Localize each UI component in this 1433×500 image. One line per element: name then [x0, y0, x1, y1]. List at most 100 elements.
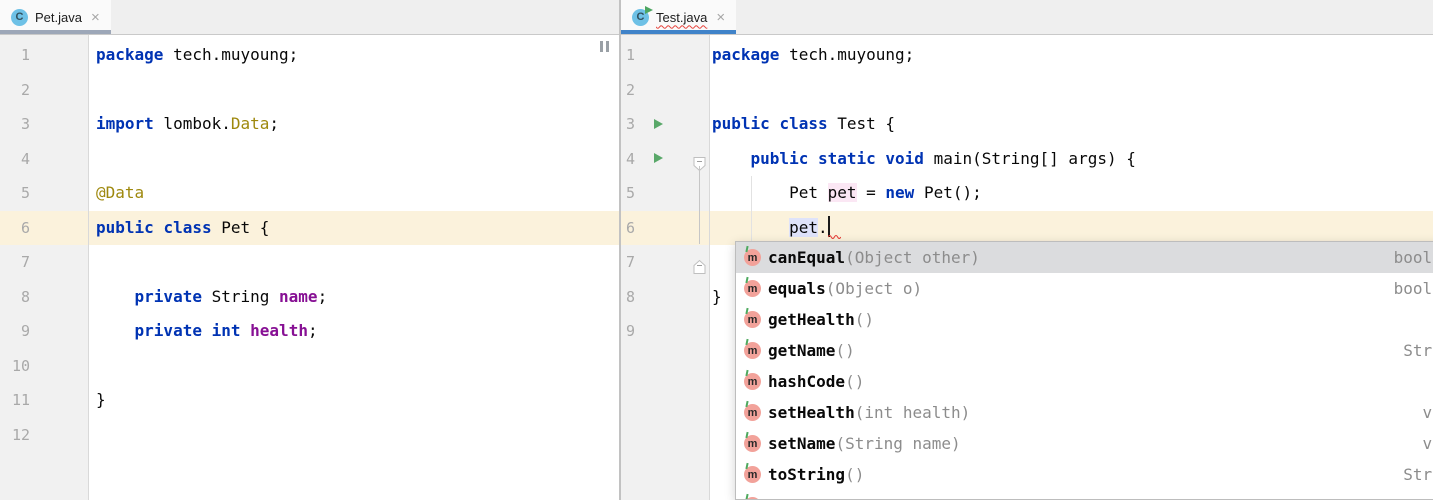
completion-return-type: String: [1403, 465, 1433, 484]
fold-collapse-icon[interactable]: [693, 151, 706, 167]
code-token: import: [96, 114, 154, 133]
code-token: Pet: [712, 183, 828, 202]
code-token: tech.muyoung;: [163, 45, 298, 64]
code-token: [202, 321, 212, 340]
ide-screen: C Pet.java × 1 package tech.muyoung; 23imp…: [0, 0, 1433, 500]
code-token: Data: [231, 114, 270, 133]
code-token: Pet {: [212, 218, 270, 237]
completion-return-type: boolean: [1394, 279, 1433, 298]
code-token: }: [96, 390, 106, 409]
code-token: [770, 114, 780, 133]
fold-region-line: [699, 166, 700, 244]
completion-item[interactable]: msetName(String name)void: [736, 428, 1433, 459]
completion-item[interactable]: mgetName()String: [736, 335, 1433, 366]
code-line: 12: [0, 418, 619, 453]
line-number: 8: [626, 280, 635, 315]
code-token: main(String[] args) {: [924, 149, 1136, 168]
completion-item[interactable]: mgetHealth()int: [736, 304, 1433, 335]
code-token: ;: [318, 287, 328, 306]
completion-item[interactable]: m toString() String: [736, 459, 1433, 490]
method-icon: m: [744, 249, 761, 266]
code-token: health: [250, 321, 308, 340]
completion-name: toString: [768, 465, 845, 484]
line-number: 11: [12, 383, 30, 418]
code-line: 1 package tech.muyoung;: [0, 38, 619, 73]
code-token: [808, 149, 818, 168]
code-token: [96, 321, 135, 340]
run-overlay-icon: [645, 6, 653, 14]
completion-item[interactable]: m: [736, 490, 1433, 500]
completion-item[interactable]: mequals(Object o)boolean: [736, 273, 1433, 304]
run-gutter-icon[interactable]: [654, 119, 663, 129]
editor-pane-test: C Test.java × 1package tech.muyoung;23pu…: [621, 0, 1433, 500]
completion-item[interactable]: mcanEqual(Object other)boolean: [736, 242, 1433, 273]
method-icon: m: [744, 311, 761, 328]
tab-close-icon[interactable]: ×: [91, 9, 100, 26]
tabbar-left: C Pet.java ×: [0, 0, 619, 35]
code-token: .: [818, 218, 828, 237]
line-number: 10: [12, 349, 30, 384]
code-token: pet: [789, 218, 818, 237]
code-token: String: [202, 287, 279, 306]
line-number: 6: [21, 211, 30, 246]
code-token: [154, 218, 164, 237]
method-icon: m: [744, 373, 761, 390]
code-token: pet: [828, 183, 857, 202]
code-line: 2: [0, 73, 619, 108]
method-icon: m: [744, 342, 761, 359]
method-icon: m: [744, 466, 761, 483]
fold-end-icon[interactable]: [693, 254, 706, 270]
completion-params: (String name): [835, 434, 960, 453]
completion-params: (): [845, 465, 864, 484]
line-number: 1: [21, 38, 30, 73]
code-token: [712, 149, 751, 168]
line-number: 12: [12, 418, 30, 453]
code-token: }: [712, 287, 722, 306]
code-line: 7: [0, 245, 619, 280]
method-icon: m: [744, 280, 761, 297]
code-token: private: [135, 321, 202, 340]
completion-name: canEqual: [768, 248, 845, 267]
line-number: 7: [21, 245, 30, 280]
code-token: [876, 149, 886, 168]
tab-close-icon[interactable]: ×: [716, 9, 725, 26]
line-number: 9: [626, 314, 635, 349]
code-token: name: [279, 287, 318, 306]
code-line: 5 Pet pet = new Pet();: [621, 176, 1433, 211]
completion-item[interactable]: msetHealth(int health)void: [736, 397, 1433, 428]
code-token: ;: [269, 114, 279, 133]
completion-name: setHealth: [768, 403, 855, 422]
tabbar-right: C Test.java ×: [621, 0, 1433, 35]
java-class-icon: C: [11, 9, 28, 26]
code-line: 3import lombok.Data;: [0, 107, 619, 142]
tab-test-java[interactable]: C Test.java ×: [621, 0, 736, 34]
completion-item[interactable]: mhashCode()int: [736, 366, 1433, 397]
code-token: =: [857, 183, 886, 202]
code-token: public: [712, 114, 770, 133]
completion-return-type: boolean: [1394, 248, 1433, 267]
line-number: 5: [626, 176, 635, 211]
code-line: 9 private int health;: [0, 314, 619, 349]
line-number: 5: [21, 176, 30, 211]
gutter-separator: [709, 35, 710, 500]
tab-pet-java[interactable]: C Pet.java ×: [0, 0, 111, 34]
run-gutter-icon[interactable]: [654, 153, 663, 163]
method-icon: m: [744, 404, 761, 421]
code-token: package: [96, 45, 163, 64]
code-line: 6 pet.: [621, 211, 1433, 246]
code-token: public: [751, 149, 809, 168]
gutter-separator: [88, 35, 89, 500]
pane-grip-icon[interactable]: [600, 41, 609, 52]
completion-params: (): [835, 341, 854, 360]
code-token: new: [885, 183, 914, 202]
line-number: 4: [21, 142, 30, 177]
java-runnable-class-icon: C: [632, 9, 649, 26]
code-token: private: [135, 287, 202, 306]
editor-pane-pet: C Pet.java × 1 package tech.muyoung; 23imp…: [0, 0, 619, 500]
code-token: void: [885, 149, 924, 168]
tab-label: Test.java: [656, 10, 707, 25]
completion-name: getHealth: [768, 310, 855, 329]
indent-guide: [751, 176, 752, 245]
code-line: 6public class Pet {: [0, 211, 619, 246]
editor-pet[interactable]: 1 package tech.muyoung; 23import lombok.Da…: [0, 35, 619, 500]
